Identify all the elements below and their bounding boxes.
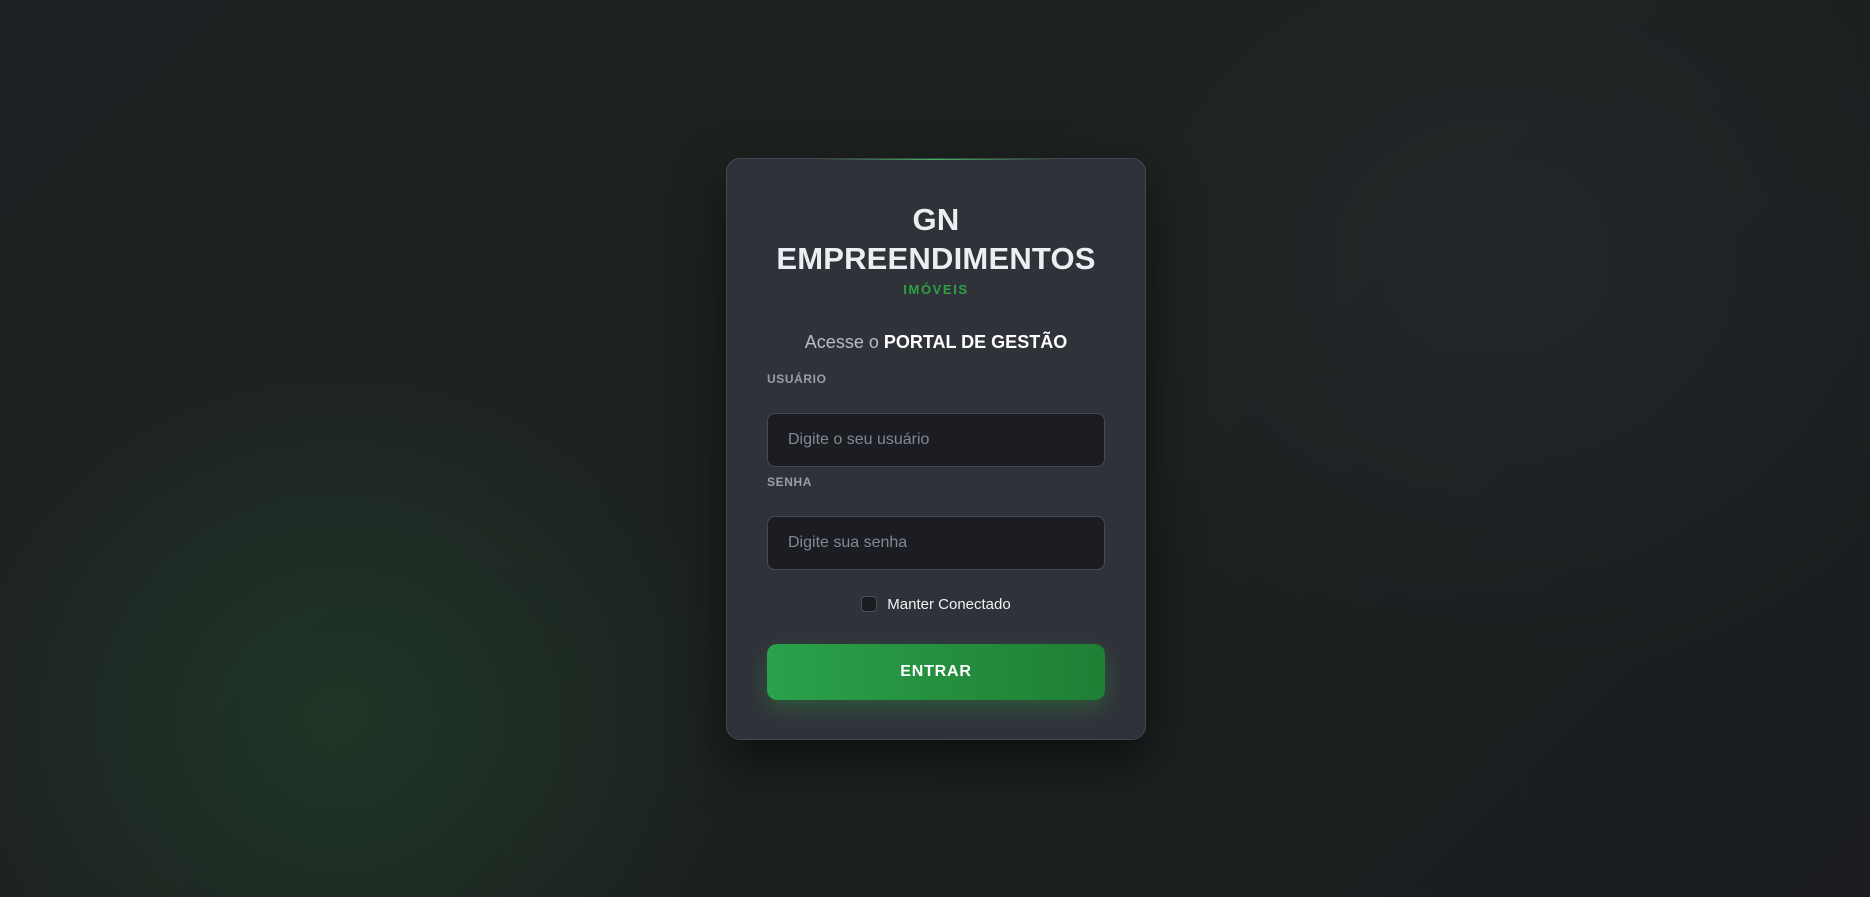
headline-portal-name: PORTAL DE GESTÃO <box>883 332 1068 352</box>
login-button[interactable]: ENTRAR <box>767 644 1105 700</box>
brand-subtitle: IMÓVEIS <box>903 282 969 297</box>
remember-me[interactable]: Manter Conectado <box>727 594 1145 614</box>
login-card: GN EMPREENDIMENTOS IMÓVEIS Acesse o PORT… <box>726 158 1146 740</box>
brand-title: GN EMPREENDIMENTOS <box>727 200 1145 278</box>
remember-me-checkbox[interactable] <box>861 596 878 612</box>
remember-me-label[interactable]: Manter Conectado <box>887 596 1010 613</box>
brand-title-line1: GN <box>912 202 960 237</box>
headline-prefix: Acesse o <box>804 332 884 352</box>
password-input[interactable] <box>767 516 1105 570</box>
portal-headline: Acesse o PORTAL DE GESTÃO <box>727 332 1145 353</box>
card-accent-line <box>817 159 1055 160</box>
username-label: USUÁRIO <box>767 372 827 386</box>
password-label: SENHA <box>767 475 813 489</box>
username-input[interactable] <box>767 413 1105 467</box>
brand-title-line2: EMPREENDIMENTOS <box>776 241 1096 276</box>
